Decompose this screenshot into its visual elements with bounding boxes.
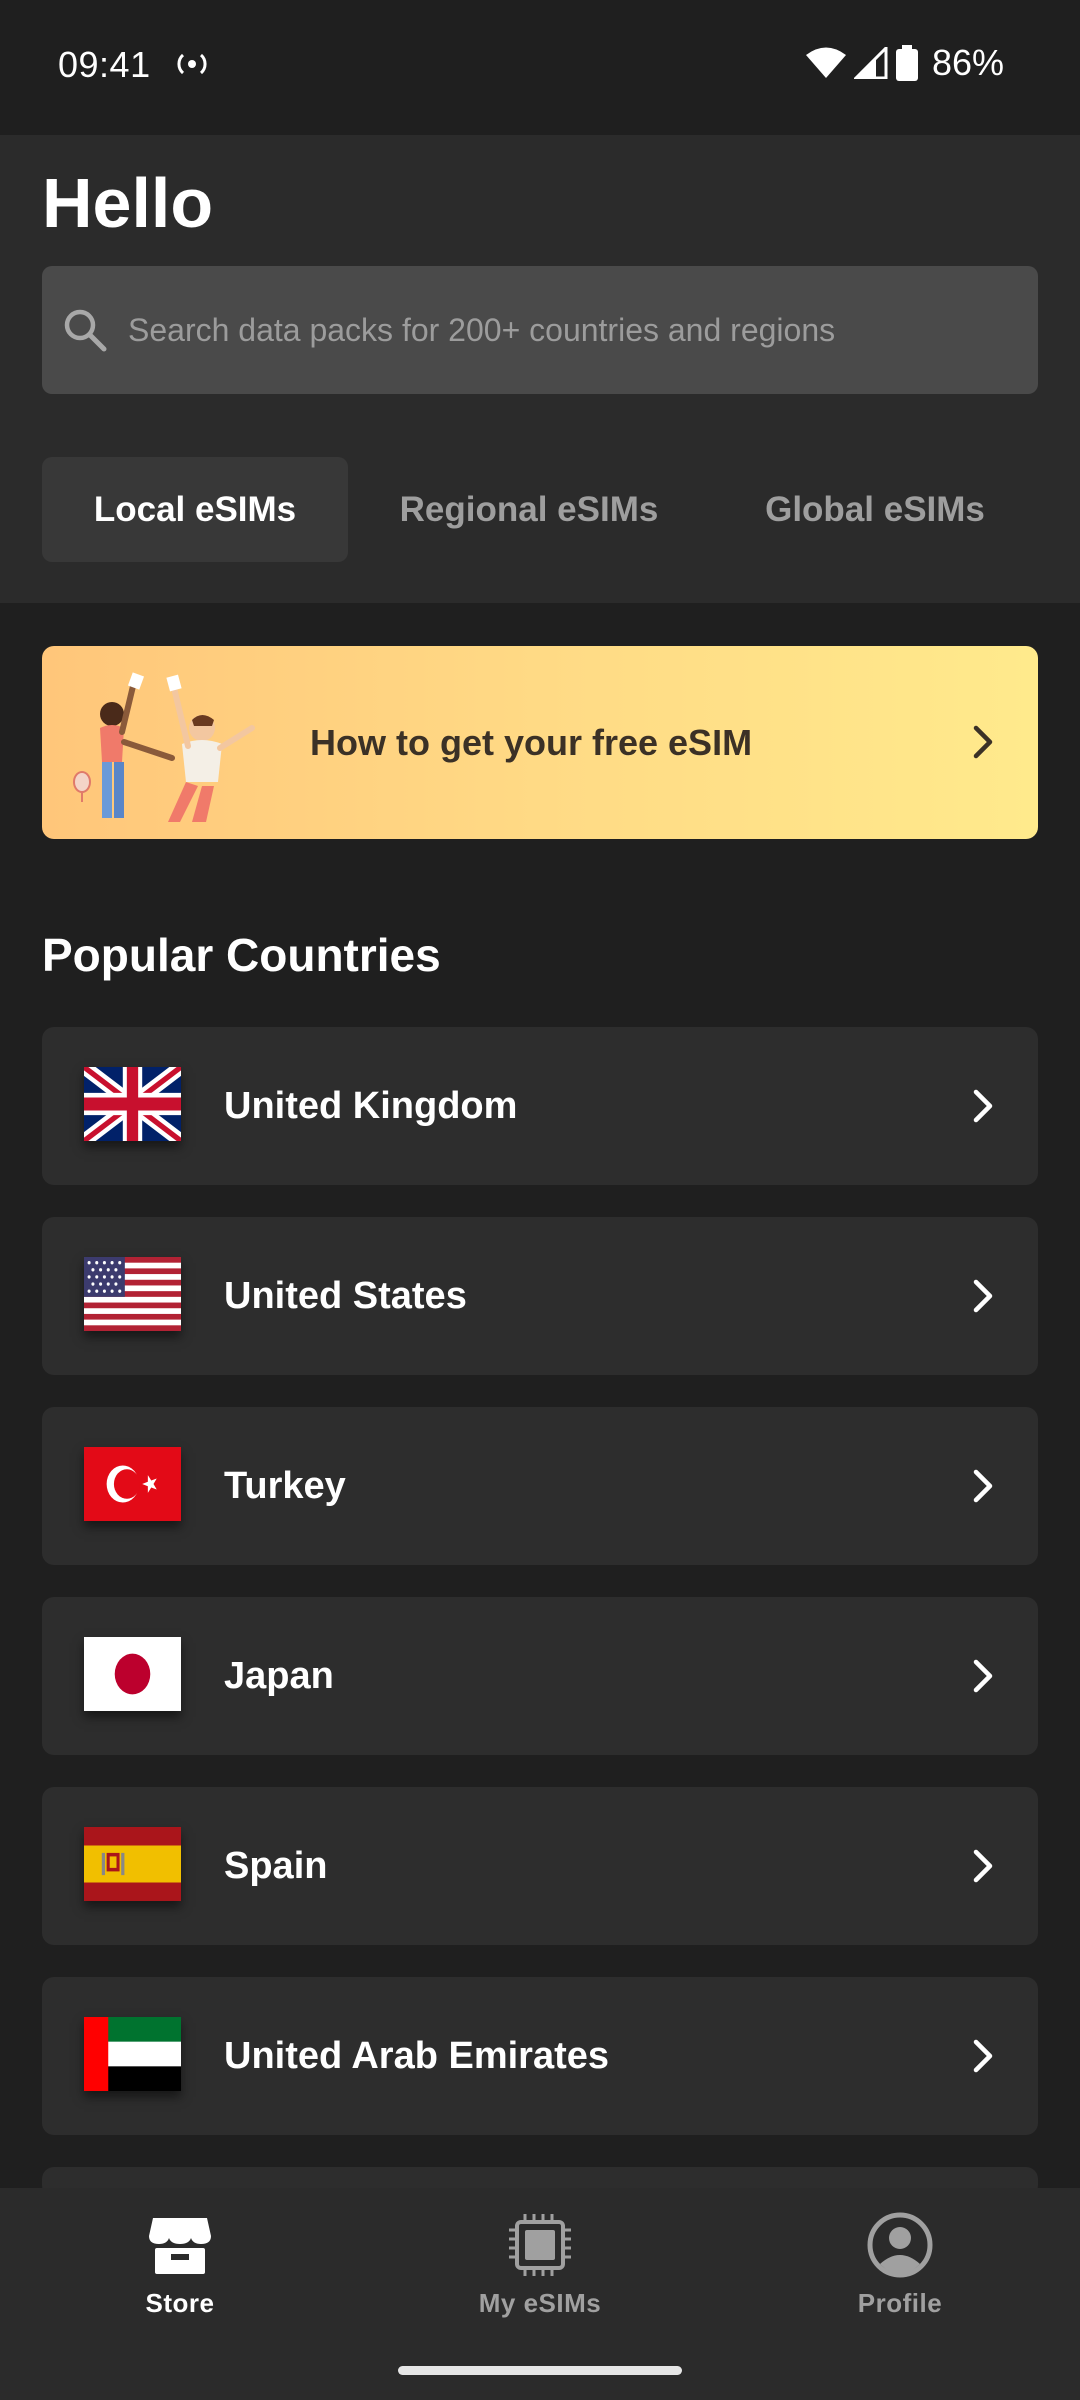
country-row-japan[interactable]: Japan <box>42 1597 1038 1755</box>
chevron-right-icon <box>973 1849 993 1883</box>
chevron-right-icon <box>973 1469 993 1503</box>
popular-countries-title: Popular Countries <box>42 929 441 981</box>
uae-flag-icon <box>84 2017 181 2091</box>
search-input[interactable] <box>128 266 1038 394</box>
search-bar[interactable] <box>42 266 1038 394</box>
sim-chip-icon <box>509 2214 571 2276</box>
country-name: Turkey <box>224 1464 346 1507</box>
country-row-united-states[interactable]: United States <box>42 1217 1038 1375</box>
japan-flag-icon <box>84 1637 181 1711</box>
country-name: United States <box>224 1274 467 1317</box>
status-right: 86% <box>805 42 1004 84</box>
battery-percentage: 86% <box>931 42 1004 83</box>
store-icon <box>149 2218 211 2274</box>
chevron-right-icon <box>973 725 993 759</box>
greeting-title: Hello <box>42 164 214 242</box>
chevron-right-icon <box>973 2039 993 2073</box>
people-celebrating-illustration <box>73 672 255 822</box>
country-row-spain[interactable]: Spain <box>42 1787 1038 1945</box>
esim-type-tabs: Local eSIMs Regional eSIMs Global eSIMs <box>42 457 1040 562</box>
country-row-united-arab-emirates[interactable]: United Arab Emirates <box>42 1977 1038 2135</box>
spain-flag-icon <box>84 1827 181 1901</box>
tab-local-esims[interactable]: Local eSIMs <box>42 457 348 562</box>
chevron-right-icon <box>973 1279 993 1313</box>
country-name: United Arab Emirates <box>224 2034 610 2077</box>
search-icon <box>64 309 107 352</box>
nav-label: My eSIMs <box>478 2288 602 2318</box>
banner-text: How to get your free eSIM <box>310 721 753 763</box>
home-indicator[interactable] <box>398 2366 682 2375</box>
battery-icon <box>895 45 918 81</box>
nav-label: Store <box>145 2288 215 2318</box>
country-name: Spain <box>224 1844 328 1887</box>
uk-flag-icon <box>84 1067 181 1141</box>
nav-my-esims[interactable]: My eSIMs <box>360 2188 720 2338</box>
status-time: 09:41 <box>58 44 151 85</box>
store-header: Hello Local eSIMs Regional eSIMs Global … <box>0 135 1080 603</box>
tab-global-esims[interactable]: Global eSIMs <box>710 457 1040 562</box>
country-row-turkey[interactable]: Turkey <box>42 1407 1038 1565</box>
us-flag-icon <box>84 1257 181 1331</box>
chevron-right-icon <box>973 1659 993 1693</box>
chevron-right-icon <box>973 1089 993 1123</box>
free-esim-banner[interactable]: How to get your free eSIM <box>42 646 1038 839</box>
country-list: United Kingdom United States Turkey Japa… <box>42 1027 1038 2197</box>
hotspot-icon <box>177 53 207 75</box>
nav-store[interactable]: Store <box>0 2188 360 2338</box>
profile-icon <box>867 2212 933 2278</box>
country-name: Japan <box>224 1654 334 1697</box>
status-bar: 09:41 86% <box>0 0 1080 135</box>
wifi-icon <box>805 47 846 78</box>
tab-regional-esims[interactable]: Regional eSIMs <box>348 457 710 562</box>
signal-icon <box>853 47 888 79</box>
country-row-united-kingdom[interactable]: United Kingdom <box>42 1027 1038 1185</box>
nav-label: Profile <box>857 2288 943 2318</box>
country-name: United Kingdom <box>224 1084 518 1127</box>
nav-profile[interactable]: Profile <box>720 2188 1080 2338</box>
bottom-navigation: Store My eSIMs Profile <box>0 2188 1080 2400</box>
turkey-flag-icon <box>84 1447 181 1521</box>
